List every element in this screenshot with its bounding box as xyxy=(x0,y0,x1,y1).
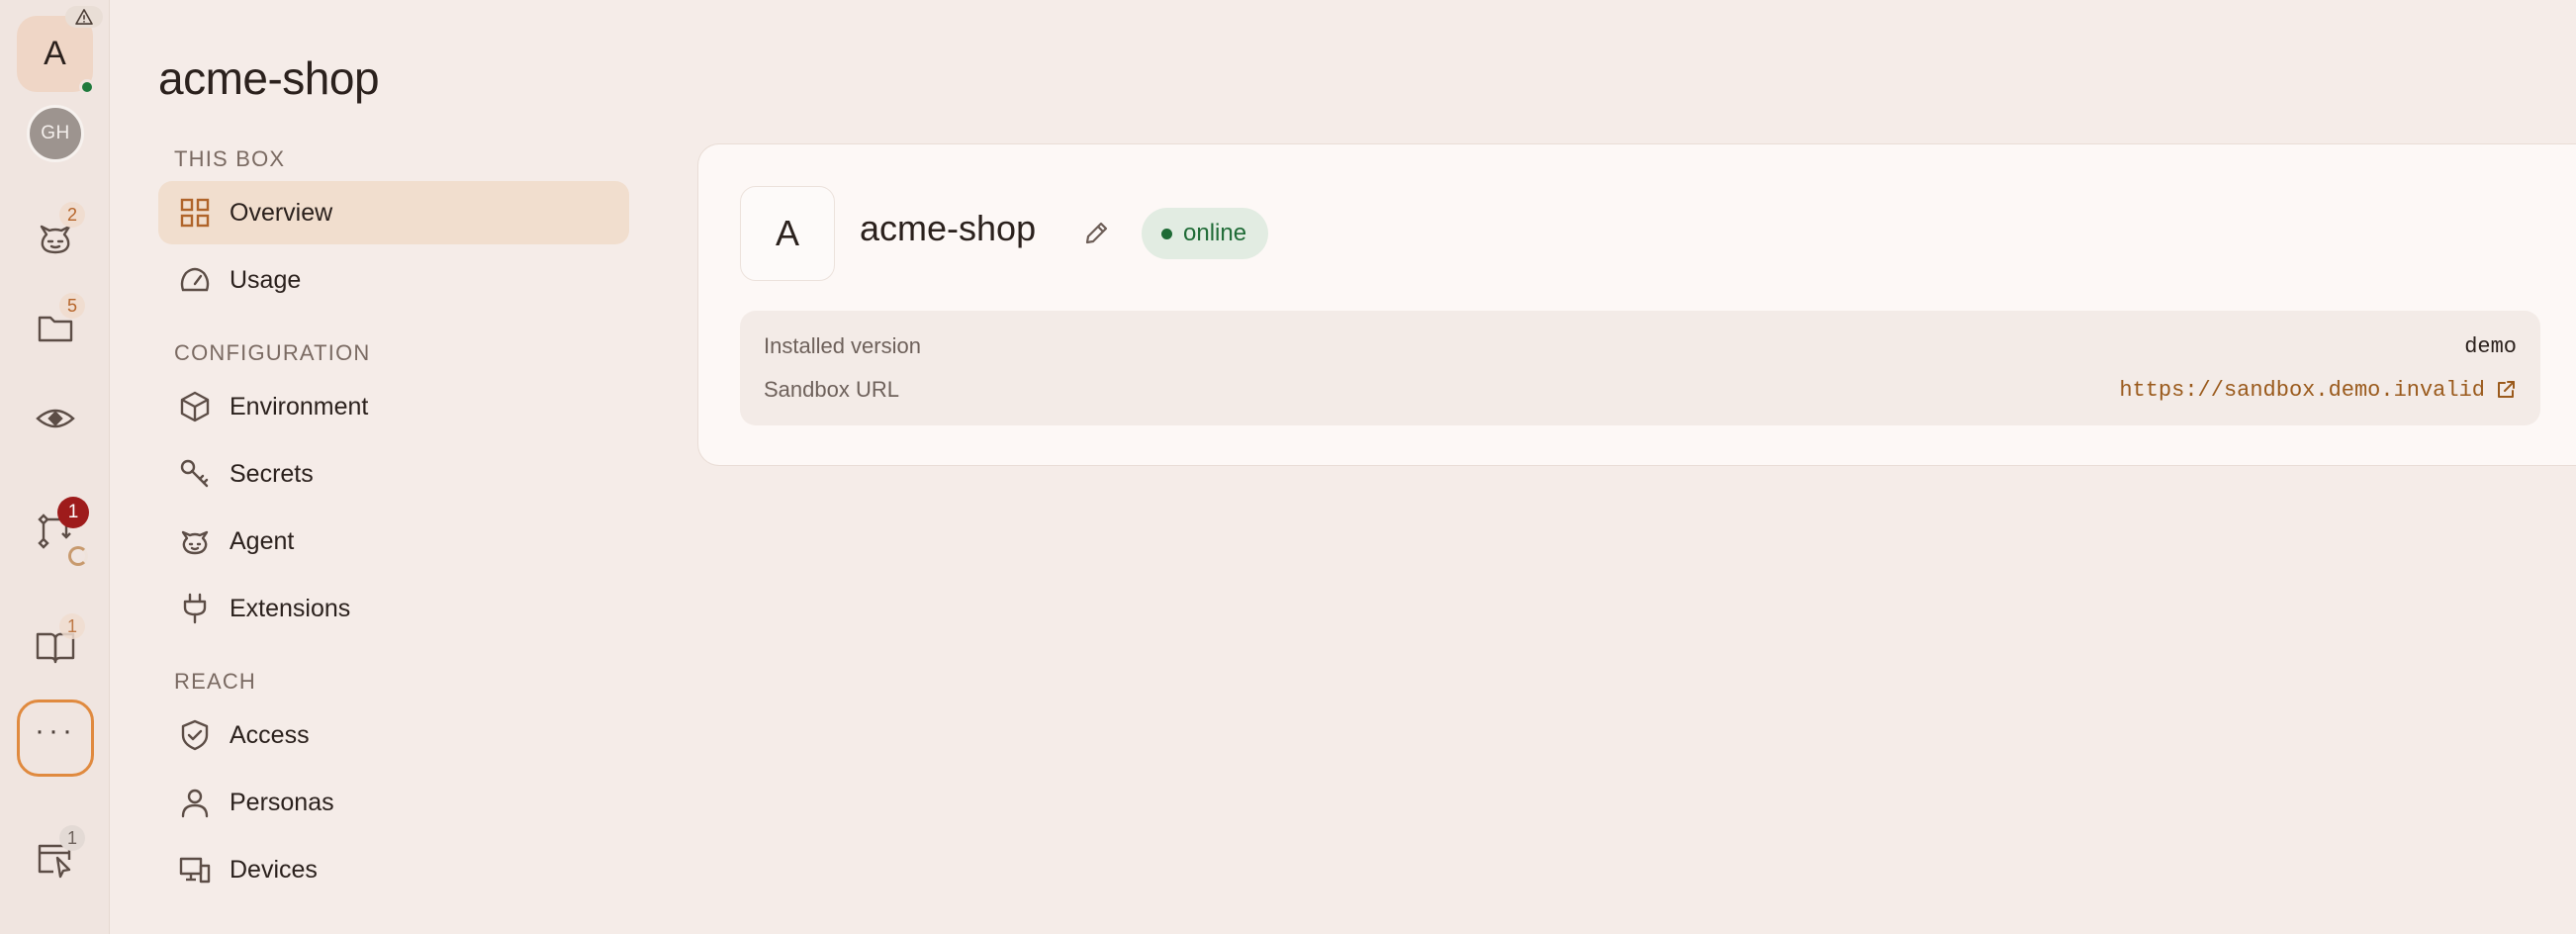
devices-icon xyxy=(178,853,212,887)
plug-icon xyxy=(178,592,212,625)
shield-check-icon xyxy=(178,718,212,752)
files-count-badge: 5 xyxy=(59,293,85,319)
edit-name-pencil-icon[interactable] xyxy=(1081,219,1111,248)
installed-version-value: demo xyxy=(2464,333,2517,359)
nav-item-extensions[interactable]: Extensions xyxy=(158,577,629,640)
nav-item-label: Overview xyxy=(230,198,333,227)
cube-icon xyxy=(178,390,212,423)
section-label-this-box: THIS BOX xyxy=(174,146,286,171)
section-label-configuration: CONFIGURATION xyxy=(174,340,371,365)
box-name: acme-shop xyxy=(860,208,1037,248)
grid-icon xyxy=(178,196,212,230)
online-status-dot xyxy=(79,79,95,95)
detail-row-sandbox-url: Sandbox URL https://sandbox.demo.invalid xyxy=(764,372,2517,408)
section-label-reach: REACH xyxy=(174,669,257,694)
warning-icon[interactable] xyxy=(65,6,103,28)
nav-item-label: Devices xyxy=(230,855,318,884)
nav-item-label: Access xyxy=(230,720,310,749)
nav-item-access[interactable]: Access xyxy=(158,703,629,767)
nav-item-label: Secrets xyxy=(230,459,314,488)
agent-icon xyxy=(178,524,212,558)
workspace-initial: A xyxy=(44,35,66,72)
left-rail: A GH 2 5 1 1 ··· 1 xyxy=(0,0,110,934)
changes-count-badge: 1 xyxy=(57,497,89,528)
more-dots-icon: ··· xyxy=(35,714,76,747)
docs-count-badge: 1 xyxy=(59,613,85,639)
gauge-icon xyxy=(178,263,212,297)
box-details: Installed version demo Sandbox URL https… xyxy=(740,311,2540,425)
person-icon xyxy=(178,786,212,819)
nav-item-label: Agent xyxy=(230,526,295,555)
box-avatar-initial: A xyxy=(775,213,799,253)
nav-item-usage[interactable]: Usage xyxy=(158,248,629,312)
more-button[interactable]: ··· xyxy=(17,700,94,777)
detail-row-installed-version: Installed version demo xyxy=(764,328,2517,364)
eye-icon xyxy=(34,397,77,440)
box-overview-card: A acme-shop online Installed version dem… xyxy=(697,143,2576,466)
nav-item-secrets[interactable]: Secrets xyxy=(158,442,629,506)
loading-spinner-icon xyxy=(68,546,88,566)
nav-item-personas[interactable]: Personas xyxy=(158,771,629,834)
user-initials: GH xyxy=(41,123,70,143)
nav-item-environment[interactable]: Environment xyxy=(158,375,629,438)
sandbox-url-link[interactable]: https://sandbox.demo.invalid xyxy=(2119,378,2517,403)
nav-item-overview[interactable]: Overview xyxy=(158,181,629,244)
external-link-icon xyxy=(2498,381,2515,398)
detail-key: Installed version xyxy=(764,333,921,358)
status-text: online xyxy=(1183,220,1247,246)
sandbox-url-text: https://sandbox.demo.invalid xyxy=(2119,377,2485,403)
nav-item-devices[interactable]: Devices xyxy=(158,838,629,901)
status-badge: online xyxy=(1142,208,1269,259)
box-avatar: A xyxy=(740,186,835,281)
nav-item-label: Personas xyxy=(230,788,334,816)
key-icon xyxy=(178,457,212,491)
nav-item-label: Usage xyxy=(230,265,302,294)
preview-rail-button[interactable] xyxy=(17,380,93,456)
nav-item-label: Extensions xyxy=(230,594,351,622)
page-title: acme-shop xyxy=(158,52,380,104)
sessions-count-badge: 1 xyxy=(59,825,85,851)
nav-item-label: Environment xyxy=(230,392,369,420)
user-avatar[interactable]: GH xyxy=(27,105,84,162)
app-root: A GH 2 5 1 1 ··· 1 acme-shop THIS BOX Ov… xyxy=(0,0,2576,934)
nav-item-agent[interactable]: Agent xyxy=(158,510,629,573)
agent-count-badge: 2 xyxy=(59,202,85,228)
detail-key: Sandbox URL xyxy=(764,377,899,402)
